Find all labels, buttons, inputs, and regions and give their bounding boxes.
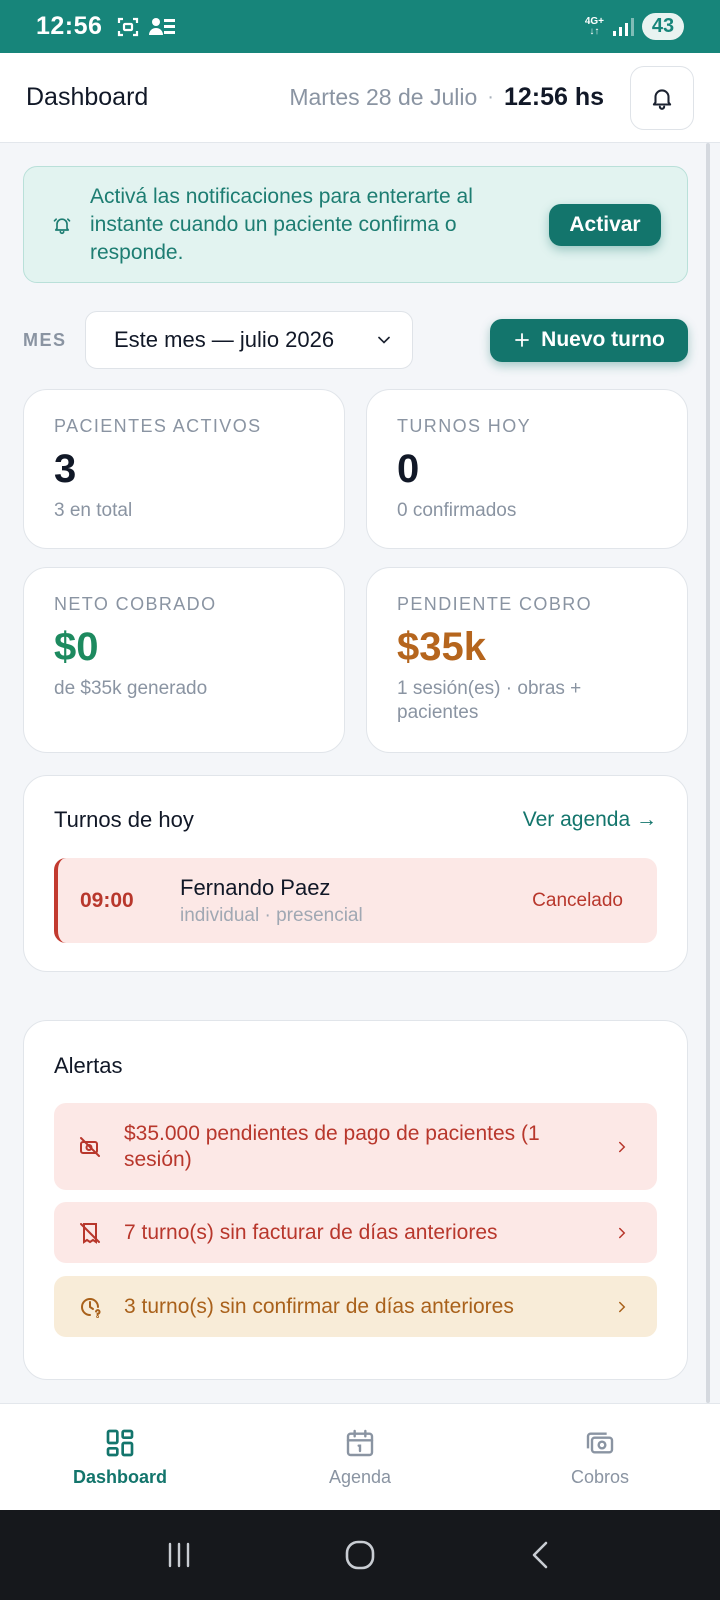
nav-item-dashboard[interactable]: Dashboard <box>0 1404 240 1510</box>
appointment-status: Cancelado <box>532 889 623 911</box>
stat-card-net-collected[interactable]: NETO COBRADO $0 de $35k generado <box>23 567 345 753</box>
notifications-banner: Activá las notificaciones para enterarte… <box>23 166 688 283</box>
alert-item-unconfirmed-turns[interactable]: 3 turno(s) sin confirmar de días anterio… <box>54 1276 657 1337</box>
header-separator: · <box>487 86 494 108</box>
page-title: Dashboard <box>26 83 149 111</box>
header-date: Martes 28 de Julio <box>289 84 478 110</box>
activate-notifications-button[interactable]: Activar <box>549 203 661 246</box>
signal-icon <box>613 17 634 36</box>
battery-level: 43 <box>642 13 684 40</box>
chevron-right-icon <box>613 1298 631 1316</box>
alerts-title: Alertas <box>54 1053 123 1078</box>
appointment-time: 09:00 <box>80 888 134 912</box>
stat-card-pending-collection[interactable]: PENDIENTE COBRO $35k 1 sesión(es) · obra… <box>366 567 688 753</box>
appointment-patient: Fernando Paez <box>180 874 331 900</box>
stat-value: $35k <box>397 625 486 669</box>
alert-item-pending-payments[interactable]: $35.000 pendientes de pago de pacientes … <box>54 1103 657 1190</box>
nav-item-cobros[interactable]: Cobros <box>480 1404 720 1510</box>
status-bar: 12:56 4G+ ↓↑ 43 <box>0 0 720 53</box>
header-time: 12:56 hs <box>503 83 604 111</box>
home-icon[interactable] <box>343 1538 377 1572</box>
chevron-right-icon <box>613 1138 631 1156</box>
calendar-icon <box>346 1429 374 1456</box>
stat-value: 0 <box>397 447 420 491</box>
stat-value: $0 <box>54 625 99 669</box>
alerts-panel: Alertas $35.000 pendientes de pago de pa… <box>23 1020 688 1380</box>
notifications-button[interactable] <box>630 65 694 130</box>
grid-icon <box>106 1429 134 1456</box>
month-filter-row: MES Este mes — julio 2026 Nuevo turno <box>23 311 688 369</box>
stat-card-turns-today[interactable]: TURNOS HOY 0 0 confirmados <box>366 389 688 549</box>
status-time: 12:56 <box>36 12 103 40</box>
bell-ring-icon <box>53 217 71 234</box>
bottom-nav: Dashboard Agenda Cobros <box>0 1403 720 1510</box>
cash-icon <box>586 1431 614 1454</box>
month-select-value: Este mes — julio 2026 <box>114 327 335 352</box>
receipt-off-icon <box>78 1221 108 1245</box>
stat-value: 3 <box>54 447 77 491</box>
banner-text: Activá las notificaciones para enterarte… <box>90 184 473 264</box>
today-turns-title: Turnos de hoy <box>54 807 194 832</box>
appointment-meta: individual · presencial <box>180 904 363 926</box>
chevron-right-icon <box>613 1224 631 1242</box>
plus-icon <box>515 333 530 347</box>
bell-icon <box>652 88 672 110</box>
contact-card-icon <box>149 17 176 35</box>
dashboard-content[interactable]: Activá las notificaciones para enterarte… <box>0 143 720 1403</box>
new-turn-button[interactable]: Nuevo turno <box>490 318 688 362</box>
app-header: Dashboard Martes 28 de Julio · 12:56 hs <box>0 53 720 143</box>
alert-item-unbilled-turns[interactable]: 7 turno(s) sin facturar de días anterior… <box>54 1202 657 1263</box>
recent-apps-icon[interactable] <box>164 1540 194 1570</box>
month-select[interactable]: Este mes — julio 2026 <box>85 311 413 369</box>
nav-item-agenda[interactable]: Agenda <box>240 1404 480 1510</box>
today-turns-panel: Turnos de hoy Ver agenda → 09:00 Fernand… <box>23 775 688 972</box>
view-agenda-link[interactable]: Ver agenda → <box>523 808 657 832</box>
network-type: 4G+ ↓↑ <box>584 15 604 37</box>
chevron-down-icon <box>378 336 390 344</box>
appointment-row[interactable]: 09:00 Fernando Paez individual · presenc… <box>54 858 657 943</box>
system-nav-bar <box>0 1510 720 1600</box>
month-label: MES <box>23 329 67 350</box>
money-off-icon <box>78 1135 108 1159</box>
stat-card-active-patients[interactable]: PACIENTES ACTIVOS 3 3 en total <box>23 389 345 549</box>
clock-question-icon <box>78 1295 108 1319</box>
back-icon[interactable] <box>526 1540 556 1570</box>
scrollbar[interactable] <box>706 143 710 1403</box>
screenshot-icon <box>118 17 139 36</box>
